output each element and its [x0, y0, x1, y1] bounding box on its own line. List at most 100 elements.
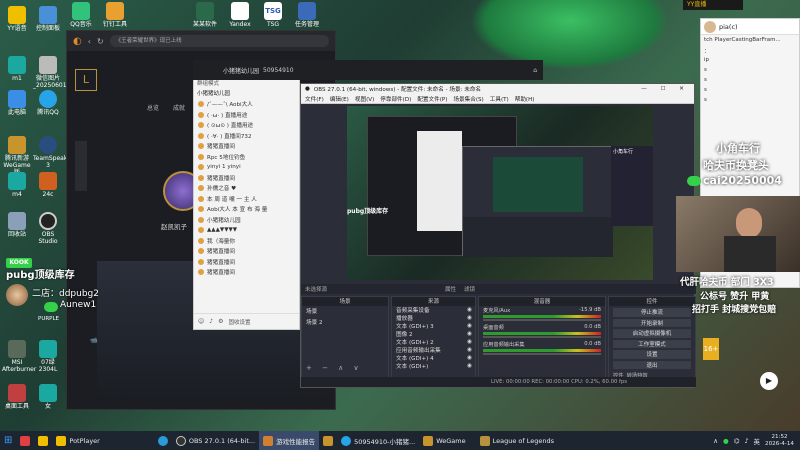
desktop-icon-m4[interactable]: m4 — [2, 172, 32, 198]
member-row[interactable]: 猪猪直播间 — [194, 141, 299, 152]
start-button[interactable]: ⊞ — [0, 431, 16, 450]
source-item[interactable]: 文本 (GDI+) ◉ — [392, 362, 475, 370]
member-row[interactable]: ( ·∀· ) 直播间732 — [194, 131, 299, 142]
source-item[interactable]: 文本 (GDI+) 2 ◉ — [392, 338, 475, 346]
desktop-icon-yandex[interactable]: Yandex — [225, 2, 255, 28]
member-row[interactable]: ( ·ω· ) 直播用途 — [194, 110, 299, 121]
desktop-icon-app[interactable]: 某某软件 — [190, 2, 220, 28]
source-item[interactable]: 图像 2 ◉ — [392, 330, 475, 338]
obs-preview[interactable]: pubg顶级库存 小角车行 — [347, 106, 653, 280]
member-row[interactable]: Aobi大人 本 宣 布 海 量 — [194, 204, 299, 215]
scene-item[interactable]: 场景 2 — [302, 317, 388, 328]
language-indicator[interactable]: 英 — [754, 436, 761, 446]
member-row[interactable]: 猪猪直播间 — [194, 173, 299, 184]
task-app-1[interactable] — [16, 431, 34, 450]
visibility-icon[interactable]: ◉ — [467, 307, 475, 313]
menu-item[interactable]: 视图(V) — [355, 95, 374, 103]
desktop-icon-teamspeak[interactable]: TeamSpeak 3 — [33, 136, 67, 169]
home-icon[interactable]: ⌂ — [533, 67, 543, 74]
props-button[interactable]: 属性 — [445, 285, 456, 293]
task-wegame[interactable]: WeGame — [419, 431, 469, 450]
source-item[interactable]: 文本 (GDI+) 3 ◉ — [392, 322, 475, 330]
tray-arrow-icon[interactable]: ∧ — [713, 437, 718, 445]
desktop-icon-tsg[interactable]: TSG TSG — [258, 2, 288, 28]
desktop-icon-qq[interactable]: 腾讯QQ — [33, 90, 63, 116]
wechat-tray-icon[interactable]: ● — [723, 437, 729, 445]
refresh-icon[interactable]: ↻ — [97, 37, 104, 46]
source-item[interactable]: 应用音频输出采集 ◉ — [392, 346, 475, 354]
desktop-icon-m1[interactable]: m1 — [2, 56, 32, 82]
desktop-icon-control[interactable]: 控制面板 — [33, 6, 63, 32]
tab-overview[interactable]: 总览 — [147, 103, 159, 112]
task-obs[interactable]: OBS 27.0.1 (64-bit... — [172, 431, 259, 450]
visibility-icon[interactable]: ◉ — [467, 355, 475, 361]
menu-item[interactable]: 帮助(H) — [515, 95, 535, 103]
menu-item[interactable]: 停靠部件(D) — [380, 95, 411, 103]
member-row[interactable]: yinyi 1 yinyi — [194, 162, 299, 173]
desktop-icon-pc[interactable]: 此电脑 — [2, 90, 32, 116]
desktop-icon-wechat-img[interactable]: 微信图片_20250601... — [33, 56, 72, 89]
emoji-icon[interactable]: ☺ — [198, 318, 204, 325]
volume-slider[interactable] — [483, 353, 601, 355]
desktop-icon-07[interactable]: 07绿2304L — [33, 340, 63, 373]
desktop-icon-msi[interactable]: MSI Afterburner — [2, 340, 36, 373]
desktop-icon-obs[interactable]: OBS Studio — [33, 212, 63, 245]
settings-icon[interactable]: ⚙ — [218, 318, 223, 325]
member-row[interactable]: ( ⊙ω⊙ ) 直播用途 — [194, 120, 299, 131]
volume-icon[interactable]: ♪ — [744, 437, 748, 445]
menu-item[interactable]: 场景集合(S) — [453, 95, 483, 103]
menu-item[interactable]: 编辑(E) — [330, 95, 349, 103]
task-perf-report[interactable]: 游戏性能报告 — [259, 431, 320, 450]
control-button[interactable]: 设置 — [613, 350, 691, 359]
menu-item[interactable]: 文件(F) — [305, 95, 324, 103]
task-lol[interactable]: League of Legends — [476, 431, 558, 450]
network-icon[interactable]: ⌬ — [734, 437, 740, 445]
member-row[interactable]: Rpc 5地位钓鱼 — [194, 152, 299, 163]
desktop-icon-tool[interactable]: 桌面工具 — [2, 384, 32, 410]
member-row[interactable]: 猪猪直播间 — [194, 257, 299, 268]
mic-icon[interactable]: ♪ — [209, 318, 213, 325]
address-bar[interactable]: 《王者荣耀世界》现已上线 — [109, 35, 329, 47]
tab-achievements[interactable]: 成就 — [173, 103, 185, 112]
window-controls[interactable]: — ☐ ✕ — [641, 86, 694, 92]
desktop-icon-girl[interactable]: 女 — [33, 384, 63, 410]
control-button[interactable]: 退出 — [613, 360, 691, 369]
member-row[interactable]: 小猪猪幼儿园 — [194, 215, 299, 226]
scene-item[interactable]: 场景 — [302, 306, 388, 317]
task-potplayer[interactable]: PotPlayer — [52, 431, 103, 450]
desktop-icon-taskmgr[interactable]: 任务管理 — [292, 2, 322, 28]
visibility-icon[interactable]: ◉ — [467, 347, 475, 353]
desktop-icon-wegame[interactable]: 腾讯新游 WeGame版 — [2, 136, 32, 176]
task-app-3[interactable] — [319, 431, 337, 450]
desktop-icon-yy[interactable]: YY语音 — [2, 6, 32, 32]
task-edge[interactable] — [154, 431, 172, 450]
task-app-2[interactable] — [34, 431, 52, 450]
visibility-icon[interactable]: ◉ — [467, 315, 475, 321]
source-item[interactable]: 播放器 ◉ — [392, 314, 475, 322]
side-camera-icon[interactable]: 📹 — [90, 337, 97, 344]
member-row[interactable]: ▲▲▲▼▼▼▼ — [194, 225, 299, 236]
qq-settings-button[interactable]: 固收设置 — [229, 318, 251, 326]
task-qq-group[interactable]: 50954910-小猪猪... — [337, 431, 419, 450]
back-icon[interactable]: ‹ — [88, 37, 91, 46]
desktop-icon-24c[interactable]: 24c — [33, 172, 63, 198]
member-row[interactable]: 本 周 道 嘴 一 主 人 — [194, 194, 299, 205]
member-row[interactable]: 猪猪直播间 — [194, 267, 299, 278]
visibility-icon[interactable]: ◉ — [467, 363, 475, 369]
member-row[interactable]: 孙儒之音 ♥ — [194, 183, 299, 194]
source-item[interactable]: 文本 (GDI+) 4 ◉ — [392, 354, 475, 362]
visibility-icon[interactable]: ◉ — [467, 323, 475, 329]
control-button[interactable]: 启动虚拟摄像机 — [613, 329, 691, 338]
filters-button[interactable]: 滤镜 — [464, 285, 475, 293]
scenes-toolbar[interactable]: + − ∧ ∨ — [302, 364, 363, 372]
control-button[interactable]: 开始录制 — [613, 318, 691, 327]
source-item[interactable]: 音频采集设备 ◉ — [392, 306, 475, 314]
volume-slider[interactable] — [483, 319, 601, 321]
member-row[interactable]: /ˆ——ˆ\ Aobi大人 — [194, 99, 299, 110]
play-button-icon[interactable]: ▶ — [760, 372, 778, 390]
member-row[interactable]: 我（海量你 — [194, 236, 299, 247]
volume-slider[interactable] — [483, 336, 601, 338]
menu-item[interactable]: 配置文件(P) — [417, 95, 447, 103]
visibility-icon[interactable]: ◉ — [467, 339, 475, 345]
member-row[interactable]: 猪猪直播间 — [194, 246, 299, 257]
